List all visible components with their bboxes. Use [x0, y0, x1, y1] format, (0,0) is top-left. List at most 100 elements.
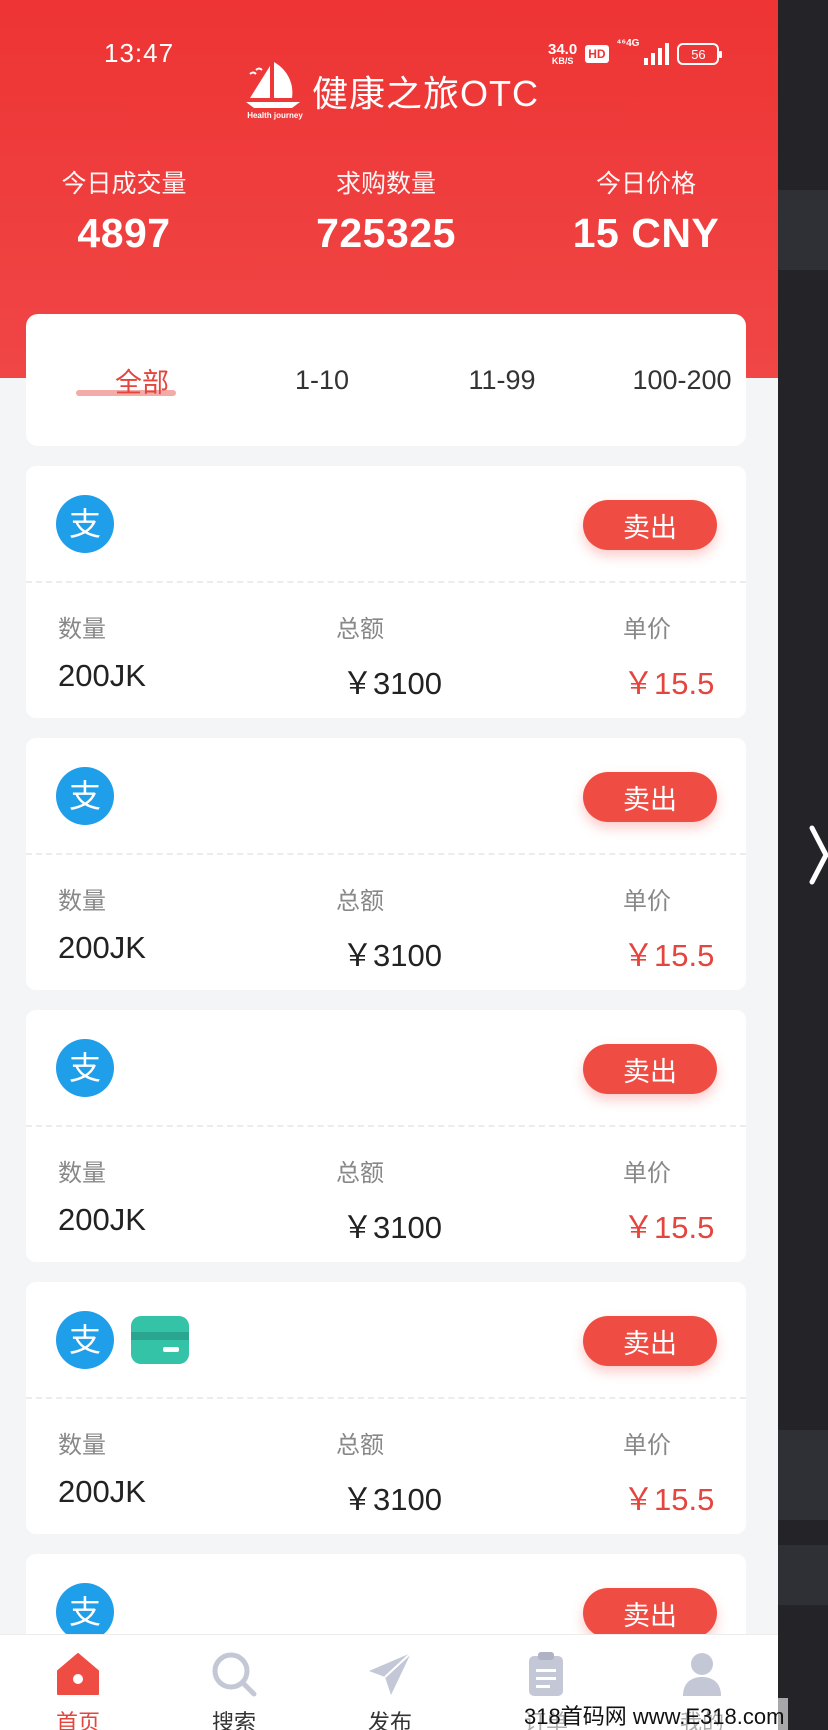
quantity-label: 数量	[58, 1432, 106, 1459]
offer-card[interactable]: 支 卖出 数量 200JK 总额 ￥3100 单价 ￥15.5	[26, 1010, 746, 1262]
nav-home[interactable]: 首页	[0, 1635, 156, 1730]
network-type: ⁴⁶4G	[616, 38, 640, 49]
price-label: 单价	[623, 1432, 671, 1459]
hd-badge: HD	[585, 45, 609, 63]
alipay-icon: 支	[56, 767, 114, 825]
background-band	[778, 1430, 828, 1520]
card-stripe	[131, 1332, 189, 1340]
nav-label: 首页	[55, 1710, 100, 1730]
clipboard-icon	[521, 1649, 571, 1699]
search-icon	[209, 1649, 259, 1699]
user-icon	[677, 1649, 727, 1699]
nav-search[interactable]: 搜索	[156, 1635, 312, 1730]
background-band	[778, 190, 828, 270]
alipay-icon: 支	[56, 1039, 114, 1097]
tab-1-10[interactable]: 1-10	[232, 314, 412, 446]
offer-card[interactable]: 支 卖出 数量 200JK 总额 ￥3100 单价 ￥15.5	[26, 466, 746, 718]
nav-label: 发布	[367, 1710, 412, 1730]
total-value: ￥3100	[342, 666, 442, 701]
quantity-column: 数量 200JK	[58, 609, 146, 694]
sell-button-label: 卖出	[623, 1600, 677, 1631]
dashed-divider	[26, 581, 746, 583]
brand: Health journey 健康之旅OTC	[240, 60, 539, 122]
sell-button-label: 卖出	[623, 1328, 677, 1359]
tab-all[interactable]: 全部	[52, 314, 232, 446]
sell-button[interactable]: 卖出	[583, 1588, 717, 1638]
total-column: 总额 ￥3100	[336, 1425, 442, 1519]
alipay-icon: 支	[56, 1311, 114, 1369]
total-column: 总额 ￥3100	[336, 609, 442, 703]
tab-label: 11-99	[468, 364, 536, 395]
total-value: ￥3100	[342, 938, 442, 973]
chevron-right-icon[interactable]	[806, 820, 828, 890]
network-speed-value: 34.0	[548, 41, 578, 58]
offer-card-header: 支 卖出	[26, 466, 746, 581]
stat-label: 今日成交量	[61, 170, 187, 198]
dashed-divider	[26, 1397, 746, 1399]
home-icon	[53, 1649, 103, 1699]
svg-text:支: 支	[69, 777, 101, 815]
nav-label: 搜索	[211, 1710, 256, 1730]
tab-100-200[interactable]: 100-200	[592, 314, 772, 446]
total-value: ￥3100	[342, 1210, 442, 1245]
phone-screen: 13:47 34.0 KB/S HD ⁴⁶4G 56 Health journe…	[0, 0, 778, 1730]
watermark: 318首码网 www.E318.com	[520, 1698, 789, 1730]
svg-text:支: 支	[69, 505, 101, 543]
offer-card-header: 支 卖出	[26, 1282, 746, 1397]
sell-button[interactable]: 卖出	[583, 1316, 717, 1366]
network-speed: 34.0 KB/S	[548, 42, 577, 66]
total-label: 总额	[336, 616, 384, 643]
quantity-value: 200JK	[58, 1474, 146, 1509]
stat-label: 今日价格	[595, 170, 696, 198]
price-label: 单价	[623, 616, 671, 643]
sell-button[interactable]: 卖出	[583, 500, 717, 550]
dashed-divider	[26, 853, 746, 855]
price-value: ￥15.5	[623, 1482, 715, 1517]
alipay-icon: 支	[56, 495, 114, 553]
price-label: 单价	[623, 888, 671, 915]
price-column: 单价 ￥15.5	[623, 1153, 714, 1247]
sell-button-label: 卖出	[623, 512, 677, 543]
stat-buy-quantity: 求购数量 725325	[276, 164, 496, 257]
price-value: ￥15.5	[623, 666, 715, 701]
bank-card-icon	[131, 1316, 189, 1364]
dashed-divider	[26, 1125, 746, 1127]
stat-value: 725325	[316, 210, 456, 256]
offer-card[interactable]: 支 卖出 数量 200JK 总额 ￥3100 单价 ￥15.5	[26, 738, 746, 990]
quantity-value: 200JK	[58, 658, 146, 693]
status-icons: 34.0 KB/S HD ⁴⁶4G 56	[548, 38, 723, 70]
app-title: 健康之旅OTC	[312, 73, 539, 114]
total-column: 总额 ￥3100	[336, 881, 442, 975]
total-label: 总额	[336, 888, 384, 915]
nav-publish[interactable]: 发布	[312, 1635, 468, 1730]
tab-11-99[interactable]: 11-99	[412, 314, 592, 446]
quantity-label: 数量	[58, 1160, 106, 1187]
quantity-column: 数量 200JK	[58, 881, 146, 966]
active-tab-indicator	[76, 390, 176, 396]
quantity-column: 数量 200JK	[58, 1153, 146, 1238]
stat-price-today: 今日价格 15 CNY	[536, 164, 756, 257]
sell-button-label: 卖出	[623, 784, 677, 815]
offer-card-header: 支 卖出	[26, 738, 746, 853]
offer-card[interactable]: 支 卖出 数量 200JK 总额 ￥3100 单价 ￥15.5	[26, 1282, 746, 1534]
total-column: 总额 ￥3100	[336, 1153, 442, 1247]
price-column: 单价 ￥15.5	[623, 609, 714, 703]
tab-label: 100-200	[632, 364, 732, 395]
total-label: 总额	[336, 1432, 384, 1459]
quantity-column: 数量 200JK	[58, 1425, 146, 1510]
total-label: 总额	[336, 1160, 384, 1187]
svg-text:支: 支	[69, 1593, 101, 1631]
price-value: ￥15.5	[623, 938, 715, 973]
signal-icon	[644, 43, 670, 65]
sell-button[interactable]: 卖出	[583, 772, 717, 822]
total-value: ￥3100	[342, 1482, 442, 1517]
price-value: ￥15.5	[623, 1210, 715, 1245]
stat-label: 求购数量	[335, 170, 436, 198]
quantity-label: 数量	[58, 616, 106, 643]
stat-value: 4897	[77, 210, 171, 256]
tab-label: 1-10	[294, 364, 350, 395]
alipay-icon: 支	[56, 1583, 114, 1641]
stat-volume-today: 今日成交量 4897	[14, 164, 234, 257]
quantity-value: 200JK	[58, 1202, 146, 1237]
sell-button[interactable]: 卖出	[583, 1044, 717, 1094]
